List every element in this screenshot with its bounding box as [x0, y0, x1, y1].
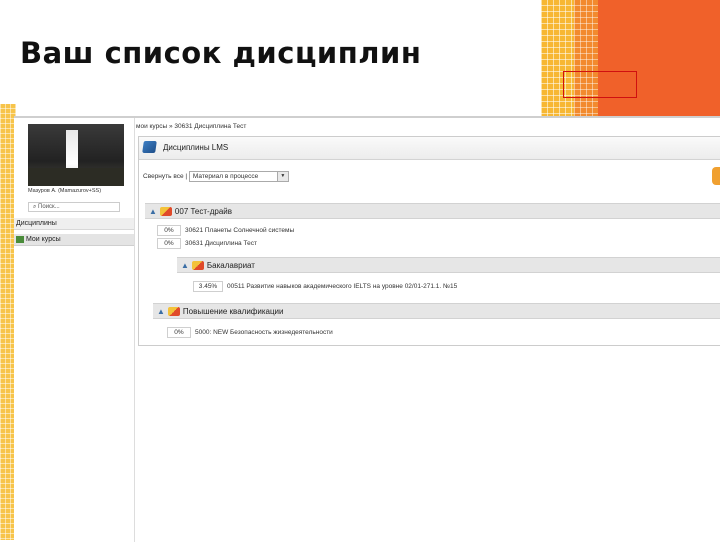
course-row[interactable]: 0% 30631 Дисциплина Тест	[157, 238, 257, 249]
course-row[interactable]: 0% 5000: NEW Безопасность жизнедеятельнос…	[167, 327, 333, 338]
courses-icon	[16, 235, 24, 243]
collapse-caret-icon[interactable]: ▲	[157, 304, 165, 320]
collapse-caret-icon[interactable]: ▲	[149, 204, 157, 220]
decorative-orange-block	[598, 0, 720, 116]
group-title: Повышение квалификации	[182, 307, 284, 316]
sidebar-item-my-courses[interactable]: Мои курсы	[14, 234, 134, 246]
lms-screenshot: Мазуров А. (Mamazurov+SS) ⌕ Поиск... Дис…	[14, 116, 720, 542]
user-name: Мазуров А. (Mamazurov+SS)	[28, 188, 102, 194]
decorative-red-frame	[563, 71, 637, 98]
course-row[interactable]: 0% 30621 Планеты Солнечной системы	[157, 225, 294, 236]
progress-badge: 3.45%	[193, 281, 223, 292]
course-link[interactable]: 00511 Развитие навыков академического IE…	[227, 283, 457, 290]
course-link[interactable]: 5000: NEW Безопасность жизнедеятельности	[195, 329, 333, 336]
course-row[interactable]: 3.45% 00511 Развитие навыков академическо…	[193, 281, 457, 292]
main-content: мои курсы » 30631 Дисциплина Тест Дисцип…	[136, 118, 720, 542]
group-header-qualification[interactable]: ▲ Повышение квалификации	[153, 303, 720, 319]
group-title: Бакалавриат	[206, 261, 255, 270]
panel-header: Дисциплины LMS	[139, 137, 720, 160]
panel-title: Дисциплины LMS	[163, 143, 229, 152]
category-icon	[167, 307, 180, 317]
sidebar: Мазуров А. (Mamazurov+SS) ⌕ Поиск... Дис…	[14, 118, 135, 542]
disciplines-panel: Дисциплины LMS Свернуть все | Материал в…	[138, 136, 720, 346]
status-filter-select[interactable]: Материал в процессе ▼	[188, 171, 289, 182]
status-filter-value: Материал в процессе	[192, 173, 259, 180]
progress-badge: 0%	[157, 238, 181, 249]
user-icon[interactable]	[712, 167, 720, 185]
search-placeholder: Поиск...	[38, 204, 60, 210]
course-link[interactable]: 30621 Планеты Солнечной системы	[185, 227, 294, 234]
rock-image	[28, 168, 124, 186]
sidebar-item-label: Дисциплины	[16, 220, 57, 227]
progress-badge: 0%	[157, 225, 181, 236]
group-header-bachelor[interactable]: ▲ Бакалавриат	[177, 257, 720, 273]
search-input[interactable]: ⌕ Поиск...	[28, 202, 120, 212]
group-title: 007 Тест-драйв	[174, 207, 232, 216]
book-icon	[142, 141, 157, 153]
decorative-grid-dark	[574, 0, 598, 116]
progress-badge: 0%	[167, 327, 191, 338]
category-icon	[159, 207, 172, 217]
sidebar-item-disciplines[interactable]: Дисциплины	[14, 218, 134, 230]
collapse-all-link[interactable]: Свернуть все |	[143, 173, 187, 180]
sidebar-item-label: Мои курсы	[26, 236, 61, 243]
course-link[interactable]: 30631 Дисциплина Тест	[185, 240, 257, 247]
chevron-down-icon[interactable]: ▼	[276, 172, 288, 181]
slide-title: Ваш список дисциплин	[20, 36, 422, 70]
group-header-test-drive[interactable]: ▲ 007 Тест-драйв	[145, 203, 720, 219]
search-icon: ⌕	[33, 204, 37, 210]
category-icon	[191, 261, 204, 271]
profile-photo	[28, 124, 124, 186]
breadcrumb[interactable]: мои курсы » 30631 Дисциплина Тест	[136, 123, 246, 130]
filter-row: Свернуть все | Материал в процессе ▼	[143, 171, 289, 182]
collapse-caret-icon[interactable]: ▲	[181, 258, 189, 274]
